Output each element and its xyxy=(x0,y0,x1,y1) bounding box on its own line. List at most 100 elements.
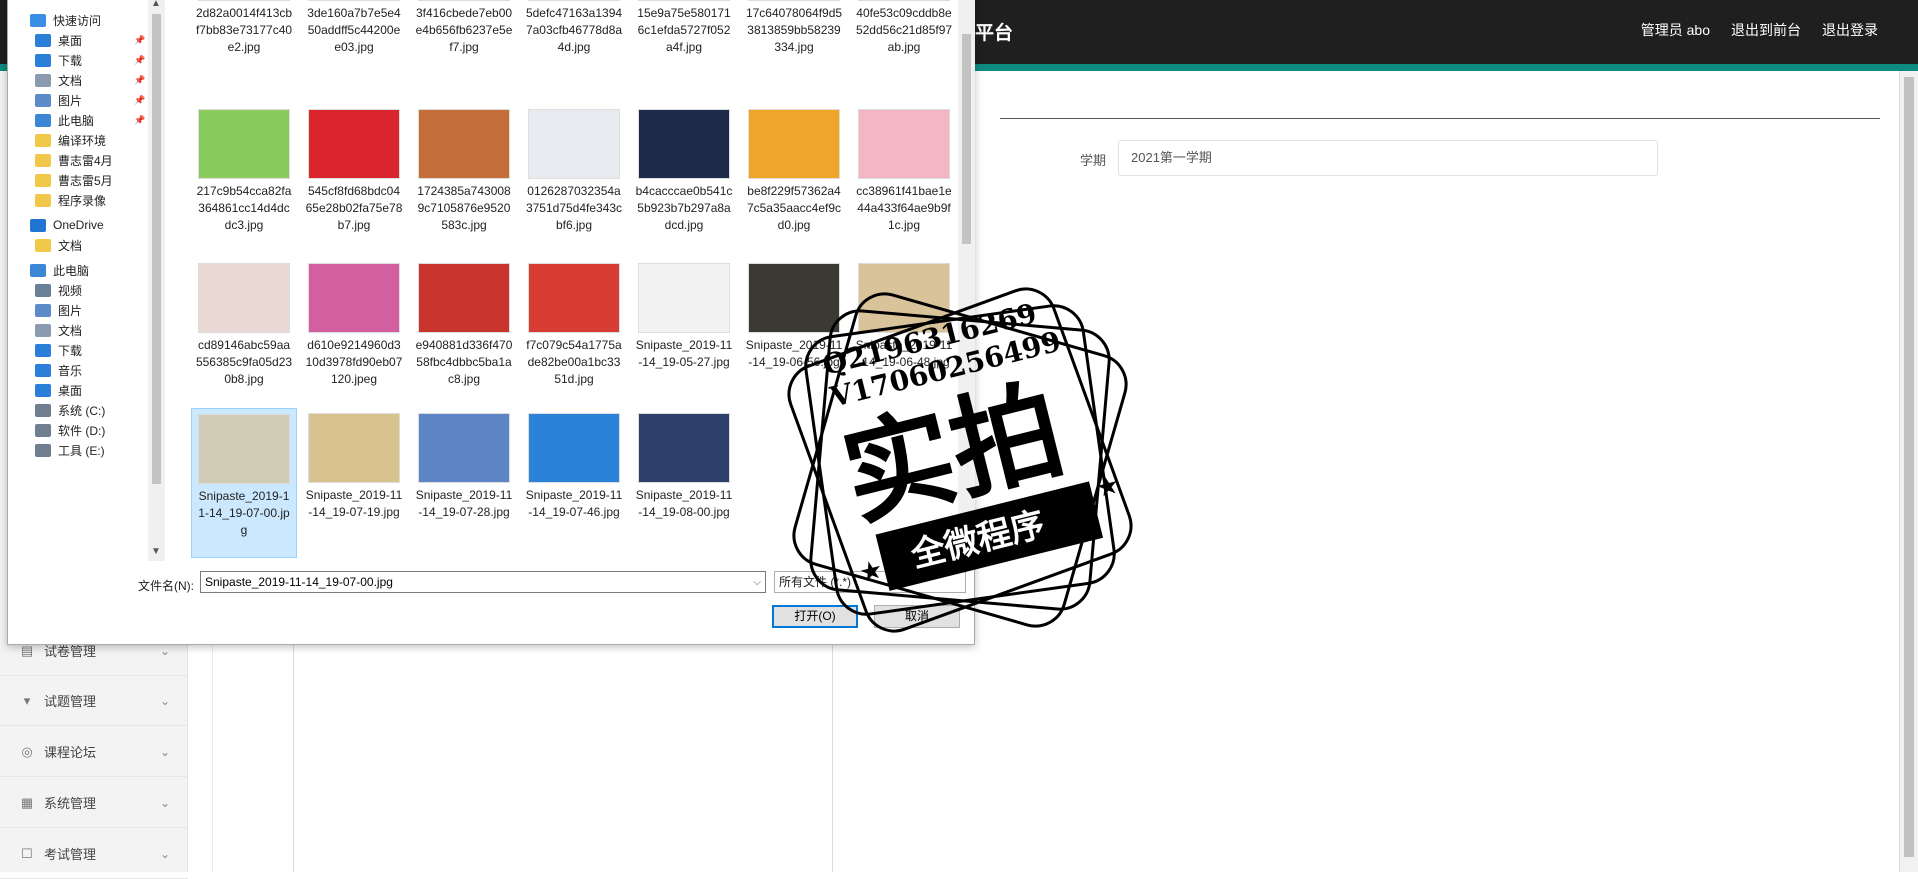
file-name: Snipaste_2019-11-14_19-06-48.jpg xyxy=(855,338,953,369)
nav-item[interactable]: 图片 📌 xyxy=(8,89,148,111)
file-item[interactable]: Snipaste_2019-11-14_19-06-48.jpg xyxy=(851,258,957,408)
chevron-down-icon: ⌄ xyxy=(159,643,170,658)
drive-icon xyxy=(35,403,51,417)
video-icon xyxy=(35,283,51,297)
forum-icon: ◎ xyxy=(21,743,33,759)
nav-item[interactable]: 曹志雷5月 xyxy=(8,169,148,191)
nav-item-label: 编译环境 xyxy=(58,133,107,148)
file-item[interactable]: 0126287032354a3751d75d4fe343cbf6.jpg xyxy=(521,104,627,254)
nav-item-label: 曹志雷4月 xyxy=(58,153,113,168)
logout-link[interactable]: 退出登录 xyxy=(1822,20,1878,40)
nav-item[interactable]: 编译环境 xyxy=(8,129,148,151)
file-item[interactable]: cc38961f41bae1e44a433f64ae9b9f1c.jpg xyxy=(851,104,957,254)
cloud-icon xyxy=(30,218,46,232)
file-item[interactable]: 1724385a7430089c7105876e9520583c.jpg xyxy=(411,104,517,254)
nav-item[interactable]: 桌面 xyxy=(8,379,148,401)
nav-item[interactable]: 此电脑 📌 xyxy=(8,109,148,131)
nav-item[interactable]: 桌面 📌 xyxy=(8,29,148,51)
nav-item-label: 桌面 xyxy=(58,33,83,48)
nav-item[interactable]: 程序录像 xyxy=(8,189,148,211)
nav-item-label: 文档 xyxy=(58,323,83,338)
file-item[interactable]: Snipaste_2019-11-14_19-07-46.jpg xyxy=(521,408,627,558)
file-item[interactable]: Snipaste_2019-11-14_19-05-27.jpg xyxy=(631,258,737,408)
nav-item[interactable]: 软件 (D:) xyxy=(8,419,148,441)
nav-item[interactable]: 文档 xyxy=(8,319,148,341)
file-name: 17c64078064f9d53813859bb58239334.jpg xyxy=(745,6,843,54)
nav-item[interactable]: 曹志雷4月 xyxy=(8,149,148,171)
scroll-up-arrow-icon[interactable]: ▲ xyxy=(151,0,161,9)
file-item[interactable]: 3f416cbede7eb00e4b656fb6237e5ef7.jpg xyxy=(411,0,517,76)
chevron-down-icon[interactable]: ⌵ xyxy=(753,573,761,593)
file-item[interactable]: 40fe53c09cddb8e52dd56c21d85f97ab.jpg xyxy=(851,0,957,76)
chevron-down-icon: ⌄ xyxy=(159,744,170,759)
scroll-down-arrow-icon[interactable]: ▼ xyxy=(151,546,161,557)
sidebar-item-label: 试题管理 xyxy=(44,694,97,709)
nav-item[interactable]: 文档 xyxy=(8,234,148,256)
file-item[interactable]: 3de160a7b7e5e450addff5c44200ee03.jpg xyxy=(301,0,407,76)
file-item[interactable]: Snipaste_2019-11-14_19-07-19.jpg xyxy=(301,408,407,558)
filename-input[interactable]: Snipaste_2019-11-14_19-07-00.jpg ⌵ xyxy=(200,571,766,593)
nav-item-label: 音乐 xyxy=(58,363,83,378)
file-name: Snipaste_2019-11-14_19-07-00.jpg xyxy=(198,489,290,537)
nav-item-label: 此电脑 xyxy=(58,113,95,128)
nav-item-label: OneDrive xyxy=(53,218,104,232)
file-item[interactable]: cd89146abc59aa556385c9fa05d230b8.jpg xyxy=(191,258,297,408)
file-item[interactable]: 2d82a0014f413cbf7bb83e73177c40e2.jpg xyxy=(191,0,297,76)
admin-user-link[interactable]: 管理员 abo xyxy=(1641,20,1710,40)
file-list-scrollbar[interactable] xyxy=(958,0,975,561)
sidebar-item-label: 课程论坛 xyxy=(44,745,97,760)
file-item[interactable]: be8f229f57362a47c5a35aacc4ef9cd0.jpg xyxy=(741,104,847,254)
folder-icon xyxy=(35,193,51,207)
file-name: Snipaste_2019-11-14_19-08-00.jpg xyxy=(635,488,733,519)
nav-item[interactable]: OneDrive xyxy=(8,214,148,236)
file-name: f7c079c54a1775ade82be00a1bc3351d.jpg xyxy=(526,338,622,386)
nav-item-label: 下载 xyxy=(58,53,83,68)
exit-to-frontend-link[interactable]: 退出到前台 xyxy=(1731,20,1801,40)
term-label: 学期 xyxy=(1080,153,1107,168)
file-thumbnail xyxy=(308,413,400,483)
file-item[interactable]: f7c079c54a1775ade82be00a1bc3351d.jpg xyxy=(521,258,627,408)
cancel-button[interactable]: 取消 xyxy=(874,605,960,628)
filetype-select[interactable]: 所有文件 (*.*) xyxy=(774,571,966,593)
nav-scrollbar[interactable]: ▲ ▼ xyxy=(148,0,165,561)
file-thumbnail xyxy=(418,263,510,333)
nav-item[interactable]: 工具 (E:) xyxy=(8,439,148,461)
nav-item[interactable]: 下载 📌 xyxy=(8,49,148,71)
nav-item[interactable]: 音乐 xyxy=(8,359,148,381)
page-scrollbar[interactable] xyxy=(1899,71,1918,872)
file-name: 217c9b54cca82fa364861cc14d4dcdc3.jpg xyxy=(196,184,292,232)
file-item[interactable]: Snipaste_2019-11-14_19-08-00.jpg xyxy=(631,408,737,558)
picture-icon xyxy=(35,93,51,107)
exam-icon: ☐ xyxy=(21,845,33,861)
open-button[interactable]: 打开(O) xyxy=(772,605,858,628)
nav-item-label: 图片 xyxy=(58,93,83,108)
sidebar-item-question-management[interactable]: ▾ 试题管理 ⌄ xyxy=(0,676,188,726)
file-item[interactable]: e940881d336f47058fbc4dbbc5ba1ac8.jpg xyxy=(411,258,517,408)
nav-item[interactable]: 下载 xyxy=(8,339,148,361)
file-item[interactable]: Snipaste_2019-11-14_19-06-56.jpg xyxy=(741,258,847,408)
file-item[interactable]: 15e9a75e5801716c1efda5727f052a4f.jpg xyxy=(631,0,737,76)
file-item[interactable]: 5defc47163a13947a03cfb46778d8a4d.jpg xyxy=(521,0,627,76)
file-name: e940881d336f47058fbc4dbbc5ba1ac8.jpg xyxy=(415,338,513,386)
file-item[interactable]: 217c9b54cca82fa364861cc14d4dcdc3.jpg xyxy=(191,104,297,254)
nav-item-label: 工具 (E:) xyxy=(58,443,105,458)
nav-item[interactable]: 快速访问 xyxy=(8,9,148,31)
file-item[interactable]: d610e9214960d310d3978fd90eb07120.jpeg xyxy=(301,258,407,408)
file-item[interactable]: Snipaste_2019-11-14_19-07-28.jpg xyxy=(411,408,517,558)
file-thumbnail xyxy=(418,109,510,179)
file-item[interactable]: 17c64078064f9d53813859bb58239334.jpg xyxy=(741,0,847,76)
sidebar-item-course-forum[interactable]: ◎ 课程论坛 ⌄ xyxy=(0,727,188,777)
file-item[interactable]: b4cacccae0b541c5b923b7b297a8adcd.jpg xyxy=(631,104,737,254)
sidebar-item-system-management[interactable]: ▦ 系统管理 ⌄ xyxy=(0,778,188,828)
nav-item[interactable]: 系统 (C:) xyxy=(8,399,148,421)
nav-item[interactable]: 文档 📌 xyxy=(8,69,148,91)
nav-item[interactable]: 图片 xyxy=(8,299,148,321)
nav-item[interactable]: 视频 xyxy=(8,279,148,301)
file-thumbnail xyxy=(528,109,620,179)
file-item[interactable]: Snipaste_2019-11-14_19-07-00.jpg xyxy=(191,408,297,558)
pin-icon: 📌 xyxy=(134,34,146,45)
term-input[interactable]: 2021第一学期 xyxy=(1118,140,1658,176)
filename-value: Snipaste_2019-11-14_19-07-00.jpg xyxy=(205,575,393,589)
nav-item[interactable]: 此电脑 xyxy=(8,259,148,281)
file-item[interactable]: 545cf8fd68bdc0465e28b02fa75e78b7.jpg xyxy=(301,104,407,254)
